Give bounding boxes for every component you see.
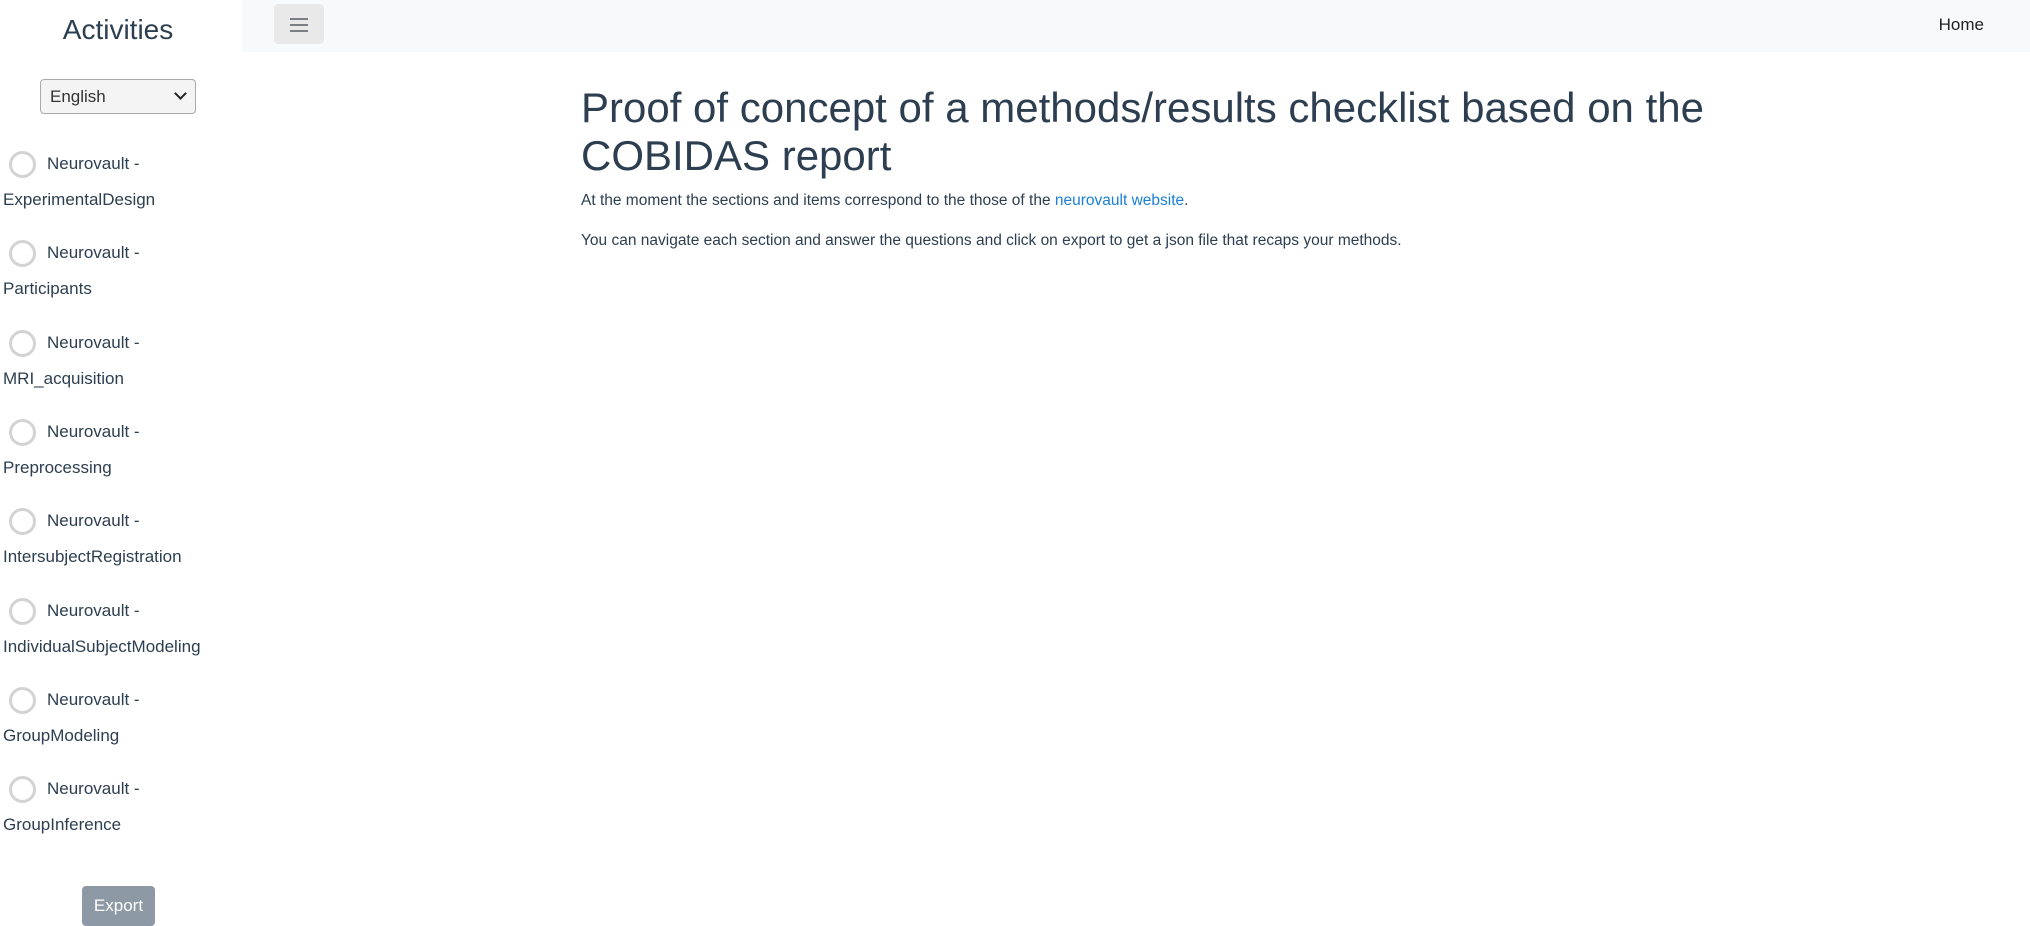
language-select[interactable]: English bbox=[40, 79, 196, 114]
hamburger-menu-icon bbox=[290, 24, 308, 26]
hamburger-menu-icon bbox=[290, 30, 308, 32]
main-content: Proof of concept of a methods/results ch… bbox=[581, 84, 1781, 249]
hamburger-menu-icon bbox=[290, 18, 308, 20]
intro-paragraph: At the moment the sections and items cor… bbox=[581, 192, 1188, 210]
radio-circle-icon[interactable] bbox=[9, 508, 36, 535]
activity-label-prefix: Neurovault - bbox=[47, 690, 140, 709]
activity-label-prefix: Neurovault - bbox=[47, 601, 140, 620]
activity-label-name: ExperimentalDesign bbox=[3, 190, 156, 209]
page-title: Proof of concept of a methods/results ch… bbox=[581, 84, 1704, 179]
radio-circle-icon[interactable] bbox=[9, 151, 36, 178]
sidebar-toggle-button[interactable] bbox=[274, 4, 324, 44]
radio-circle-icon[interactable] bbox=[9, 419, 36, 446]
activity-label-prefix: Neurovault - bbox=[47, 154, 140, 173]
activity-label-prefix: Neurovault - bbox=[47, 422, 140, 441]
export-button[interactable]: Export bbox=[82, 886, 155, 926]
activity-label-prefix: Neurovault - bbox=[47, 511, 140, 530]
activity-label-name: Preprocessing bbox=[3, 458, 112, 477]
activity-label-name: IntersubjectRegistration bbox=[3, 547, 182, 566]
radio-circle-icon[interactable] bbox=[9, 240, 36, 267]
activity-label-name: Participants bbox=[3, 279, 92, 298]
chevron-down-icon bbox=[174, 87, 187, 100]
radio-circle-icon[interactable] bbox=[9, 330, 36, 357]
sidebar: Activities English Neurovault - Experime… bbox=[0, 0, 242, 926]
radio-circle-icon[interactable] bbox=[9, 687, 36, 714]
radio-circle-icon[interactable] bbox=[9, 598, 36, 625]
activity-label-name: MRI_acquisition bbox=[3, 369, 124, 388]
sidebar-title: Activities bbox=[62, 14, 174, 45]
activity-label-prefix: Neurovault - bbox=[47, 779, 140, 798]
activity-label-prefix: Neurovault - bbox=[47, 333, 140, 352]
activity-label-name: GroupModeling bbox=[3, 726, 120, 745]
radio-circle-icon[interactable] bbox=[9, 776, 36, 803]
neurovault-website-link[interactable]: neurovault website bbox=[1055, 192, 1184, 209]
language-selected-value: English bbox=[50, 87, 106, 106]
activity-label-name: GroupInference bbox=[3, 815, 122, 834]
activity-label-name: IndividualSubjectModeling bbox=[3, 637, 201, 656]
activity-label-prefix: Neurovault - bbox=[47, 243, 140, 262]
instructions-paragraph: You can navigate each section and answer… bbox=[581, 232, 1402, 249]
top-navbar: Home bbox=[242, 0, 2030, 52]
intro-text-end: . bbox=[1184, 192, 1189, 209]
intro-text: At the moment the sections and items cor… bbox=[581, 192, 1055, 209]
home-link[interactable]: Home bbox=[1939, 15, 1984, 35]
